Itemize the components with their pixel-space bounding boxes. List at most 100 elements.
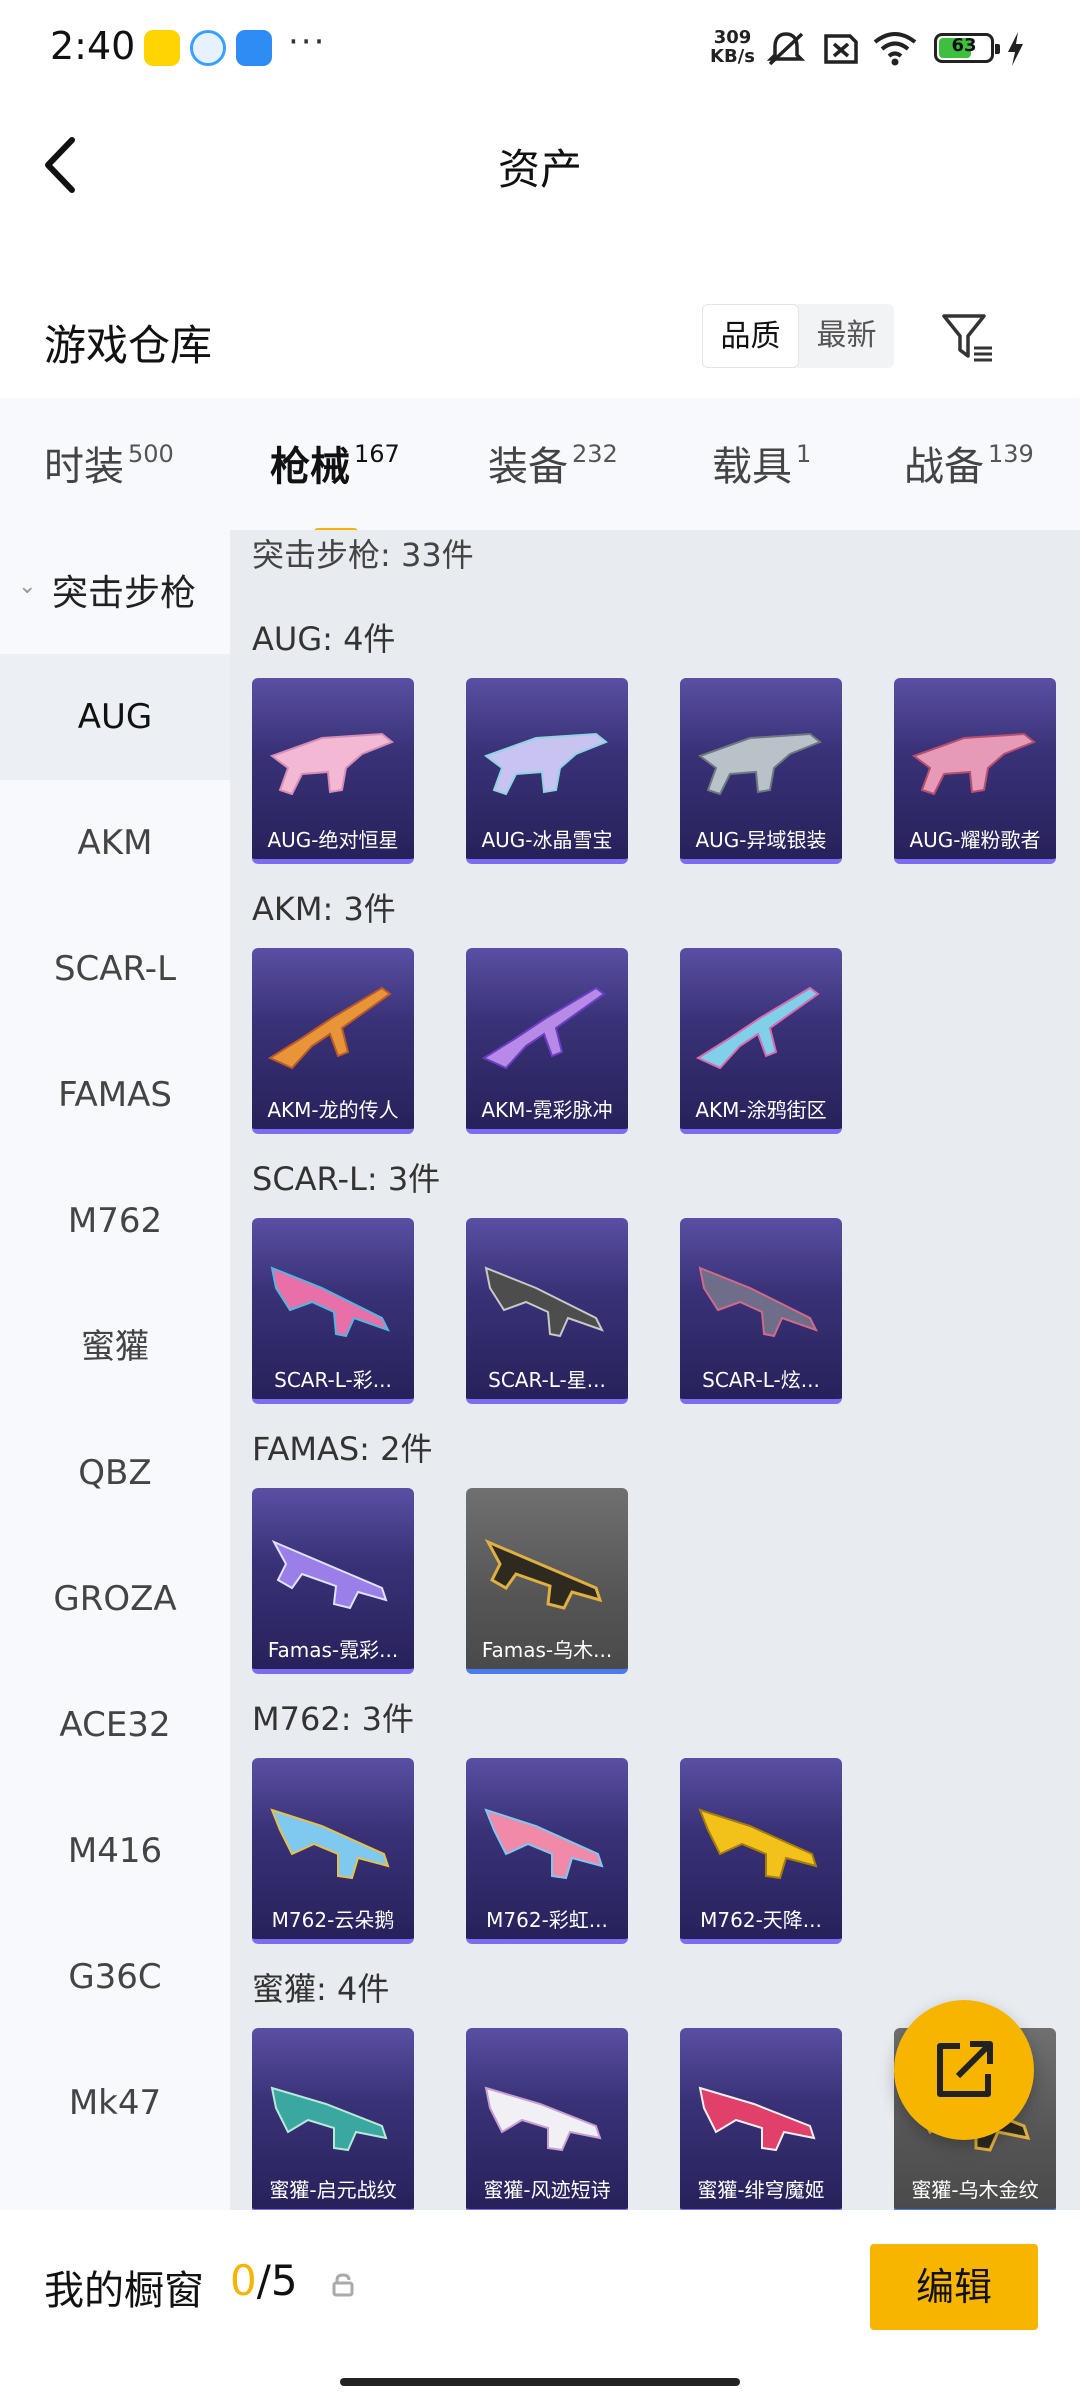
section-title-akm: AKM: 3件: [252, 890, 396, 928]
rifle-icon: [698, 2086, 816, 2152]
rifle-icon: [270, 2086, 388, 2152]
weapon-name: Famas-乌木...: [481, 1638, 613, 1662]
section-title-aug: AUG: 4件: [252, 620, 396, 658]
weapon-card[interactable]: Famas-乌木...: [466, 1488, 628, 1674]
sidebar-group-assault-rifles[interactable]: ⌄ 突击步枪: [0, 554, 230, 624]
sidebar-item-scar-l[interactable]: SCAR-L: [0, 906, 230, 1032]
tab-count: 1: [796, 440, 812, 468]
rifle-icon: [698, 1808, 818, 1880]
tab-label: 载具: [712, 444, 792, 490]
weapon-card[interactable]: AUG-异域银装: [680, 678, 842, 864]
battery-icon: 63: [934, 33, 1000, 63]
weapon-name: AUG-绝对恒星: [267, 828, 399, 852]
rifle-icon: [271, 1539, 388, 1610]
network-speed: 309 KB/s: [710, 28, 755, 66]
weapon-name: AKM-龙的传人: [267, 1098, 399, 1122]
sort-toggle: 品质 最新: [702, 304, 894, 368]
battery-level: 63: [951, 35, 977, 56]
tab-count: 232: [572, 440, 618, 468]
sidebar-item-g36c[interactable]: G36C: [0, 1914, 230, 2040]
showcase-label: 我的橱窗: [44, 2268, 204, 2314]
sidebar-item-aug[interactable]: AUG: [0, 654, 230, 780]
weapon-name: 蜜獾-乌木金纹: [911, 2178, 1039, 2202]
section-title-scar-l: SCAR-L: 3件: [252, 1160, 441, 1198]
weapon-card[interactable]: AUG-绝对恒星: [252, 678, 414, 864]
weapon-name: M762-云朵鹅: [271, 1908, 395, 1932]
weapon-card[interactable]: AUG-冰晶雪宝: [466, 678, 628, 864]
sort-by-newest[interactable]: 最新: [799, 304, 894, 368]
tab-label: 战备: [904, 444, 984, 490]
browser-notification-icon: [190, 30, 226, 66]
wifi-icon: [873, 32, 917, 66]
tab-label: 时装: [44, 444, 124, 490]
weapon-name: 蜜獾-启元战纹: [269, 2178, 397, 2202]
weapon-card[interactable]: AUG-耀粉歌者: [894, 678, 1056, 864]
tab-label: 装备: [488, 444, 568, 490]
weapon-card[interactable]: SCAR-L-星...: [466, 1218, 628, 1404]
rifle-icon: [269, 732, 394, 796]
weapon-card[interactable]: 蜜獾-启元战纹: [252, 2028, 414, 2210]
weapon-card[interactable]: M762-彩虹...: [466, 1758, 628, 1944]
rifle-icon: [484, 2086, 602, 2152]
weapon-card[interactable]: AKM-霓彩脉冲: [466, 948, 628, 1134]
weapon-card[interactable]: 蜜獾-风迹短诗: [466, 2028, 628, 2210]
app-notification-icon: [144, 30, 180, 66]
sidebar-item-qbz[interactable]: QBZ: [0, 1410, 230, 1536]
rifle-icon: [270, 1266, 391, 1338]
rifle-icon: [484, 1266, 605, 1338]
weapon-card[interactable]: Famas-霓彩...: [252, 1488, 414, 1674]
tab-count: 167: [354, 440, 400, 468]
sidebar-item-famas[interactable]: FAMAS: [0, 1032, 230, 1158]
weapon-card[interactable]: M762-云朵鹅: [252, 1758, 414, 1944]
tab-supplies[interactable]: 战备 139: [904, 434, 1034, 492]
weapon-card[interactable]: SCAR-L-彩...: [252, 1218, 414, 1404]
sort-by-quality[interactable]: 品质: [702, 304, 799, 368]
edit-button[interactable]: 编辑: [870, 2244, 1038, 2330]
showcase-used: 0: [230, 2256, 257, 2305]
section-title-m762: M762: 3件: [252, 1700, 415, 1738]
weapon-name: M762-天降...: [700, 1908, 822, 1932]
sidebar-item-m762[interactable]: M762: [0, 1158, 230, 1284]
rifle-icon: [911, 732, 1036, 796]
showcase-bar: 我的橱窗 0/5 编辑: [0, 2210, 1080, 2400]
chevron-down-icon: ⌄: [18, 574, 37, 599]
sidebar-item-akm[interactable]: AKM: [0, 780, 230, 906]
tab-fashion[interactable]: 时装 500: [44, 434, 174, 492]
tab-equipment[interactable]: 装备 232: [488, 434, 618, 492]
rifle-icon: [483, 732, 608, 796]
rifle-icon: [267, 986, 392, 1070]
section-title-famas: FAMAS: 2件: [252, 1430, 433, 1468]
category-tabs: 时装 500 枪械 167 装备 232 载具 1 战备 139: [0, 398, 1080, 536]
tab-firearms[interactable]: 枪械 167: [270, 434, 400, 536]
home-indicator[interactable]: [340, 2378, 740, 2386]
tab-vehicles[interactable]: 载具 1: [712, 434, 811, 492]
weapon-name: 蜜獾-风迹短诗: [483, 2178, 611, 2202]
weapon-card[interactable]: SCAR-L-炫...: [680, 1218, 842, 1404]
weapon-card[interactable]: AKM-涂鸦街区: [680, 948, 842, 1134]
weapon-name: AKM-涂鸦街区: [695, 1098, 827, 1122]
sidebar-item-groza[interactable]: GROZA: [0, 1536, 230, 1662]
weapon-card[interactable]: 蜜獾-绯穹魔姬: [680, 2028, 842, 2210]
share-button[interactable]: [894, 2000, 1034, 2140]
sidebar-group-label: 突击步枪: [52, 573, 197, 614]
filter-icon[interactable]: [940, 310, 996, 366]
weapon-grid[interactable]: 突击步枪: 33件 AUG: 4件 AUG-绝对恒星 AUG-冰晶雪宝 AUG-…: [230, 530, 1080, 2210]
sidebar-item-m416[interactable]: M416: [0, 1788, 230, 1914]
sidebar-item-honey-badger[interactable]: 蜜獾: [0, 1284, 230, 1410]
tab-count: 500: [128, 440, 174, 468]
weapon-card[interactable]: M762-天降...: [680, 1758, 842, 1944]
weapon-sidebar: ⌄ 突击步枪 AUG AKM SCAR-L FAMAS M762 蜜獾 QBZ …: [0, 530, 230, 2210]
weapon-name: SCAR-L-彩...: [274, 1368, 392, 1392]
more-notifications-icon: ···: [288, 22, 327, 62]
warehouse-title: 游戏仓库: [44, 321, 213, 370]
weapon-name: Famas-霓彩...: [267, 1638, 399, 1662]
weapon-name: AUG-耀粉歌者: [909, 828, 1041, 852]
tab-label: 枪械: [270, 444, 350, 490]
tab-count: 139: [988, 440, 1034, 468]
weapon-name: SCAR-L-星...: [488, 1368, 606, 1392]
rifle-icon: [484, 1808, 604, 1880]
weapon-card[interactable]: AKM-龙的传人: [252, 948, 414, 1134]
sidebar-item-ace32[interactable]: ACE32: [0, 1662, 230, 1788]
network-speed-unit: KB/s: [710, 46, 755, 67]
sidebar-item-mk47[interactable]: Mk47: [0, 2040, 230, 2166]
